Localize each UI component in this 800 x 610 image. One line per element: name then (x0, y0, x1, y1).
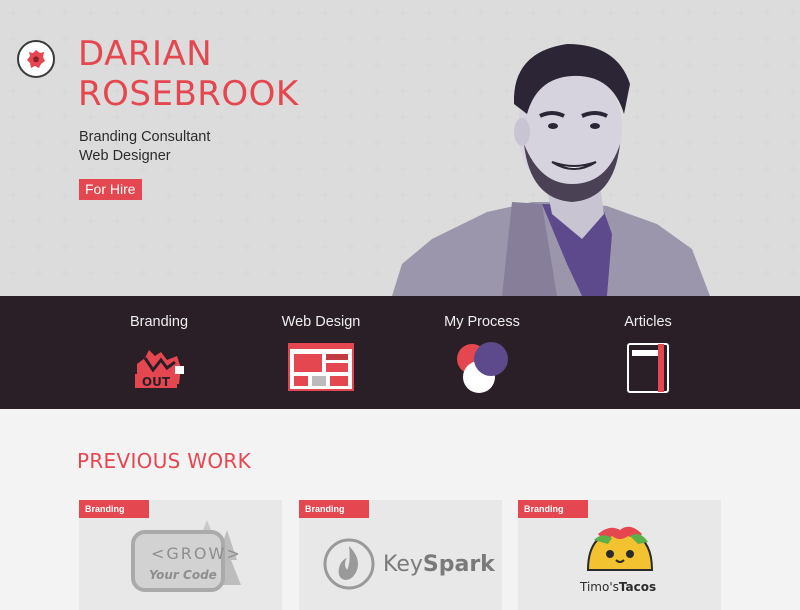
process-circles-icon (457, 342, 508, 393)
nav-item-label: Web Design (281, 314, 361, 330)
name-last: ROSEBROOK (78, 74, 299, 114)
nav-item-branding[interactable]: Branding OUT (79, 312, 239, 392)
name-first: DARIAN (78, 34, 213, 74)
web-design-icon (288, 343, 354, 391)
card-tag: Branding (518, 500, 588, 518)
work-card-keyspark[interactable]: KeySpark Branding (299, 500, 502, 610)
previous-work-section: PREVIOUS WORK <GROW> Your Code Branding … (0, 409, 800, 610)
portrait-image (392, 44, 710, 296)
work-card-timos-tacos[interactable]: Timo'sTacos Branding (518, 500, 721, 610)
nav-item-my-process[interactable]: My Process (402, 312, 562, 394)
card-tag: Branding (79, 500, 149, 518)
nav-item-articles[interactable]: Articles (568, 312, 728, 394)
svg-text:OUT: OUT (142, 375, 171, 389)
work-card-grow-your-code[interactable]: <GROW> Your Code Branding (79, 500, 282, 610)
roles: Branding Consultant Web Designer (79, 128, 210, 166)
nav-item-web-design[interactable]: Web Design (241, 312, 401, 392)
card-logo-text: GROW (166, 544, 227, 563)
nav-item-label: Articles (624, 314, 672, 330)
nav-item-label: My Process (444, 314, 520, 330)
role-web: Web Designer (79, 148, 171, 164)
for-hire-button[interactable]: For Hire (79, 179, 142, 200)
card-logo-text: Key (383, 552, 423, 577)
card-logo-text-bold: Tacos (618, 580, 657, 594)
category-nav: Branding OUT Web Design My Process Artic… (0, 296, 800, 409)
page-title: DARIAN ROSEBROOK (78, 34, 299, 114)
site-logo-icon[interactable] (17, 40, 55, 78)
branding-out-icon: OUT (135, 350, 184, 389)
notebook-icon (627, 343, 669, 393)
hero-section: DARIAN ROSEBROOK Branding Consultant Web… (0, 0, 800, 296)
role-branding: Branding Consultant (79, 129, 211, 145)
card-logo-text: Timo's (580, 580, 619, 594)
nav-item-label: Branding (129, 314, 189, 330)
card-logo-text-bold: Spark (422, 552, 495, 577)
section-title: PREVIOUS WORK (77, 449, 252, 473)
card-tag: Branding (299, 500, 369, 518)
card-logo-subtext: Your Code (149, 568, 217, 582)
